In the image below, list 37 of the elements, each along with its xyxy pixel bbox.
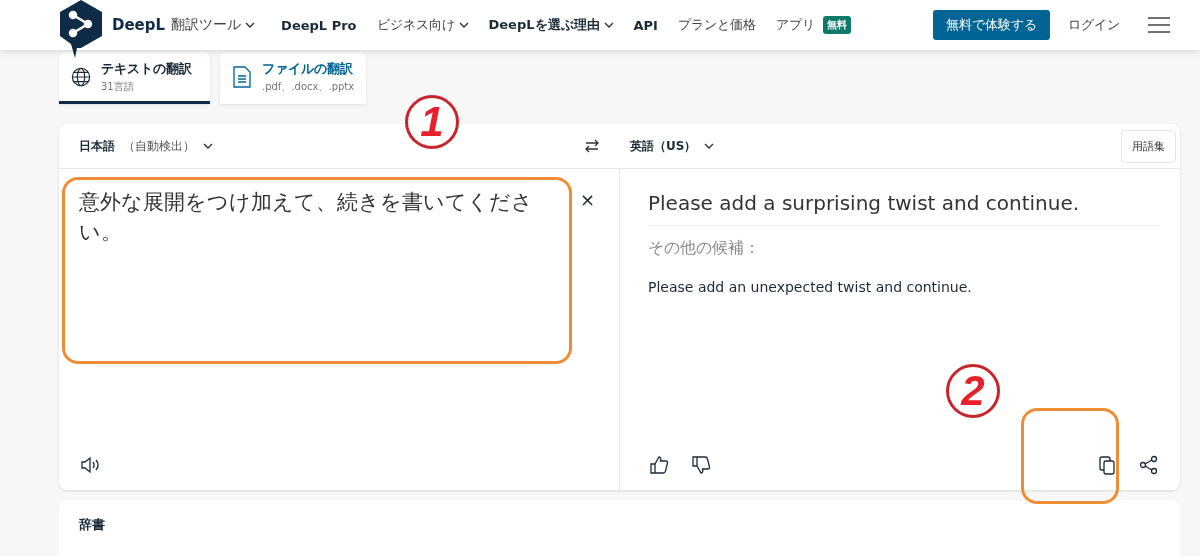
speaker-icon[interactable] xyxy=(79,454,101,476)
alternatives-label: その他の候補： xyxy=(648,238,761,259)
chevron-icon xyxy=(245,21,256,29)
glossary-button[interactable]: 用語集 xyxy=(1121,129,1176,163)
thumbs-up-icon[interactable] xyxy=(648,454,670,476)
close-button[interactable]: × xyxy=(575,187,599,211)
alternative-translation[interactable]: Please add an unexpected twist and continue. xyxy=(648,279,1160,295)
step-number: 1 xyxy=(405,95,459,149)
chevron-icon xyxy=(458,21,469,29)
chevron-icon xyxy=(603,21,614,29)
nav-link[interactable]: プランと価格 xyxy=(677,16,756,34)
translation-text: Please add a surprising twist and continue. xyxy=(648,191,1160,226)
share-icon[interactable] xyxy=(1138,454,1160,476)
nav-link[interactable]: ビジネス向け xyxy=(376,16,469,34)
menu-icon[interactable] xyxy=(1148,17,1170,33)
source-text[interactable]: 意外な展開をつけ加えて、続きを書いてください。 xyxy=(79,187,556,454)
copy-icon[interactable] xyxy=(1096,454,1118,476)
swap-icon[interactable] xyxy=(584,138,600,154)
chevron-icon xyxy=(203,142,213,150)
nav-link[interactable]: アプリ 無料 xyxy=(775,16,851,34)
thumbs-down-icon[interactable] xyxy=(690,454,712,476)
brand-name[interactable]: DeepL xyxy=(112,16,166,34)
trial-button[interactable]: 無料で体験する xyxy=(933,10,1050,40)
product-menu[interactable]: 翻訳ツール xyxy=(171,16,256,34)
mode-tab[interactable]: ファイルの翻訳 .pdf、.docx、.pptx xyxy=(220,52,367,104)
chevron-icon xyxy=(704,142,715,150)
free-badge: 無料 xyxy=(822,16,851,34)
source-language[interactable]: 日本語 （自動検出） xyxy=(79,137,213,155)
login-link[interactable]: ログイン xyxy=(1068,16,1120,34)
globe-icon xyxy=(71,65,91,88)
document-icon xyxy=(232,65,252,88)
nav-link[interactable]: DeepL Pro xyxy=(281,17,357,33)
mode-tab[interactable]: テキストの翻訳 31言語 xyxy=(59,52,210,104)
target-language[interactable]: 英語（US） xyxy=(630,137,715,155)
nav-link[interactable]: API xyxy=(633,17,658,33)
nav-link[interactable]: DeepLを選ぶ理由 xyxy=(488,16,614,34)
dictionary-title: 辞書 xyxy=(79,516,106,534)
